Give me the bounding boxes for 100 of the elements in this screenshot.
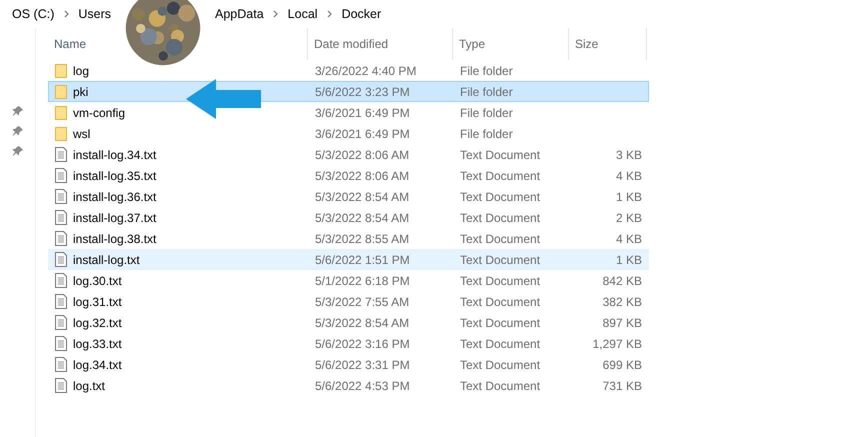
type-cell-text: Text Document <box>459 252 542 268</box>
file-row[interactable]: log.34.txt 5/6/2022 3:31 PM Text Document 699 KB <box>48 354 649 375</box>
breadcrumb-item[interactable]: Users <box>74 4 116 24</box>
file-row[interactable]: install-log.37.txt 5/3/2022 8:54 AM Text Document 2 KB <box>48 207 649 228</box>
type-cell-text: File folder <box>459 126 514 142</box>
type-cell-text: Text Document <box>459 230 542 248</box>
file-row[interactable]: log.31.txt 5/3/2022 7:55 AM Text Document 382 KB <box>48 291 649 312</box>
file-name: log <box>73 62 90 80</box>
size-cell-text: 4 KB <box>614 168 643 184</box>
file-row[interactable]: install-log.35.txt 5/3/2022 8:06 AM Text Document 4 KB <box>48 165 649 186</box>
file-row[interactable]: install-log.38.txt 5/3/2022 8:55 AM Text Document 4 KB <box>48 228 649 249</box>
size-cell-text: 1,297 KB <box>592 336 643 352</box>
file-name: log.34.txt <box>73 356 122 374</box>
file-name: log.30.txt <box>73 272 122 290</box>
type-cell-text: Text Document <box>459 188 542 206</box>
date-cell-text: 5/3/2022 8:54 AM <box>314 210 410 226</box>
file-name: install-log.34.txt <box>73 146 156 164</box>
file-row[interactable]: install-log.36.txt 5/3/2022 8:54 AM Text Document 1 KB <box>48 186 649 207</box>
file-name: install-log.36.txt <box>73 188 156 206</box>
document-icon <box>55 315 67 330</box>
column-header[interactable]: Size <box>569 28 647 60</box>
file-row[interactable]: log.33.txt 5/6/2022 3:16 PM Text Document 1,297 KB <box>48 333 649 354</box>
pin-icon[interactable] <box>12 106 22 116</box>
size-cell-text: 382 KB <box>602 294 643 310</box>
document-icon <box>55 147 67 162</box>
size-cell-text: 2 KB <box>614 210 643 226</box>
date-cell-text: 5/3/2022 8:55 AM <box>314 230 410 248</box>
file-name: install-log.38.txt <box>73 230 156 248</box>
breadcrumb-item[interactable]: Local <box>284 4 322 24</box>
date-cell-text: 3/6/2021 6:49 PM <box>314 126 411 142</box>
date-cell-text: 5/3/2022 8:54 AM <box>314 314 410 332</box>
file-row[interactable]: log.32.txt 5/3/2022 8:54 AM Text Document 897 KB <box>48 312 649 333</box>
document-icon <box>55 273 67 288</box>
size-cell-text: 3 KB <box>614 146 643 164</box>
folder-icon <box>55 84 67 98</box>
size-cell-text: 842 KB <box>602 272 643 290</box>
file-row[interactable]: install-log.34.txt 5/3/2022 8:06 AM Text Document 3 KB <box>48 144 649 165</box>
type-cell-text: Text Document <box>459 378 542 394</box>
file-row[interactable]: pki 5/6/2022 3:23 PM File folder <box>48 81 649 102</box>
document-icon <box>55 168 67 183</box>
file-row[interactable]: log.txt 5/6/2022 4:53 PM Text Document 731 KB <box>48 375 649 396</box>
file-row[interactable]: wsl 3/6/2021 6:49 PM File folder <box>48 123 649 144</box>
type-cell-text: Text Document <box>459 272 542 290</box>
folder-icon <box>55 126 67 140</box>
document-icon <box>55 252 67 267</box>
pin-icon[interactable] <box>12 146 22 156</box>
type-cell-text: File folder <box>459 84 514 100</box>
file-name: pki <box>73 84 88 100</box>
document-icon <box>55 210 67 225</box>
breadcrumb-item[interactable]: Docker <box>338 4 386 24</box>
type-cell-text: Text Document <box>459 356 542 374</box>
breadcrumb-item[interactable]: AppData <box>211 4 268 24</box>
file-row[interactable]: log.30.txt 5/1/2022 6:18 PM Text Document 842 KB <box>48 270 649 291</box>
column-header[interactable]: Date modified <box>308 28 453 60</box>
date-cell-text: 5/3/2022 8:06 AM <box>314 146 410 164</box>
file-name: log.32.txt <box>73 314 122 332</box>
type-cell-text: Text Document <box>459 210 542 226</box>
document-icon <box>55 294 67 309</box>
document-icon <box>55 378 67 393</box>
size-cell-text: 1 KB <box>614 188 643 206</box>
chevron-icon <box>327 10 332 18</box>
chevron-icon <box>64 10 69 18</box>
column-header[interactable]: Type <box>453 28 569 60</box>
size-cell-text: 1 KB <box>614 252 643 268</box>
size-cell-text: 699 KB <box>602 356 643 374</box>
date-cell-text: 5/1/2022 6:18 PM <box>314 272 411 290</box>
type-cell-text: Text Document <box>459 168 542 184</box>
file-name: install-log.37.txt <box>73 210 156 226</box>
chevron-icon <box>273 10 278 18</box>
date-cell-text: 5/6/2022 1:51 PM <box>314 252 411 268</box>
date-cell-text: 5/6/2022 4:53 PM <box>314 378 411 394</box>
breadcrumb-item[interactable]: OS (C:) <box>8 4 58 24</box>
file-name: log.txt <box>73 378 106 394</box>
date-cell-text: 3/6/2021 6:49 PM <box>314 104 411 122</box>
arrow-icon <box>186 79 261 119</box>
size-cell-text: 897 KB <box>602 314 643 332</box>
file-name: install-log.txt <box>73 252 140 268</box>
type-cell-text: Text Document <box>459 294 542 310</box>
file-name: vm-config <box>73 104 126 122</box>
file-name: log.33.txt <box>73 336 122 352</box>
column-header[interactable]: Name <box>48 28 308 60</box>
file-name: log.31.txt <box>73 294 122 310</box>
date-cell-text: 5/3/2022 8:54 AM <box>314 188 410 206</box>
file-name: wsl <box>73 126 90 142</box>
date-cell-text: 5/6/2022 3:23 PM <box>314 84 411 100</box>
file-row[interactable]: log 3/26/2022 4:40 PM File folder <box>48 60 649 81</box>
date-cell-text: 3/26/2022 4:40 PM <box>314 62 418 80</box>
type-cell-text: File folder <box>459 104 514 122</box>
document-icon <box>55 189 67 204</box>
file-row[interactable]: install-log.txt 5/6/2022 1:51 PM Text Document 1 KB <box>48 249 649 270</box>
date-cell-text: 5/3/2022 7:55 AM <box>314 294 410 310</box>
type-cell-text: File folder <box>459 62 514 80</box>
file-name: install-log.35.txt <box>73 168 156 184</box>
date-cell-text: 5/3/2022 8:06 AM <box>314 168 410 184</box>
folder-icon <box>55 64 67 78</box>
size-cell-text: 4 KB <box>614 230 643 248</box>
document-icon <box>55 231 67 246</box>
folder-icon <box>55 106 67 120</box>
file-row[interactable]: vm-config 3/6/2021 6:49 PM File folder <box>48 102 649 123</box>
pin-icon[interactable] <box>12 126 22 136</box>
